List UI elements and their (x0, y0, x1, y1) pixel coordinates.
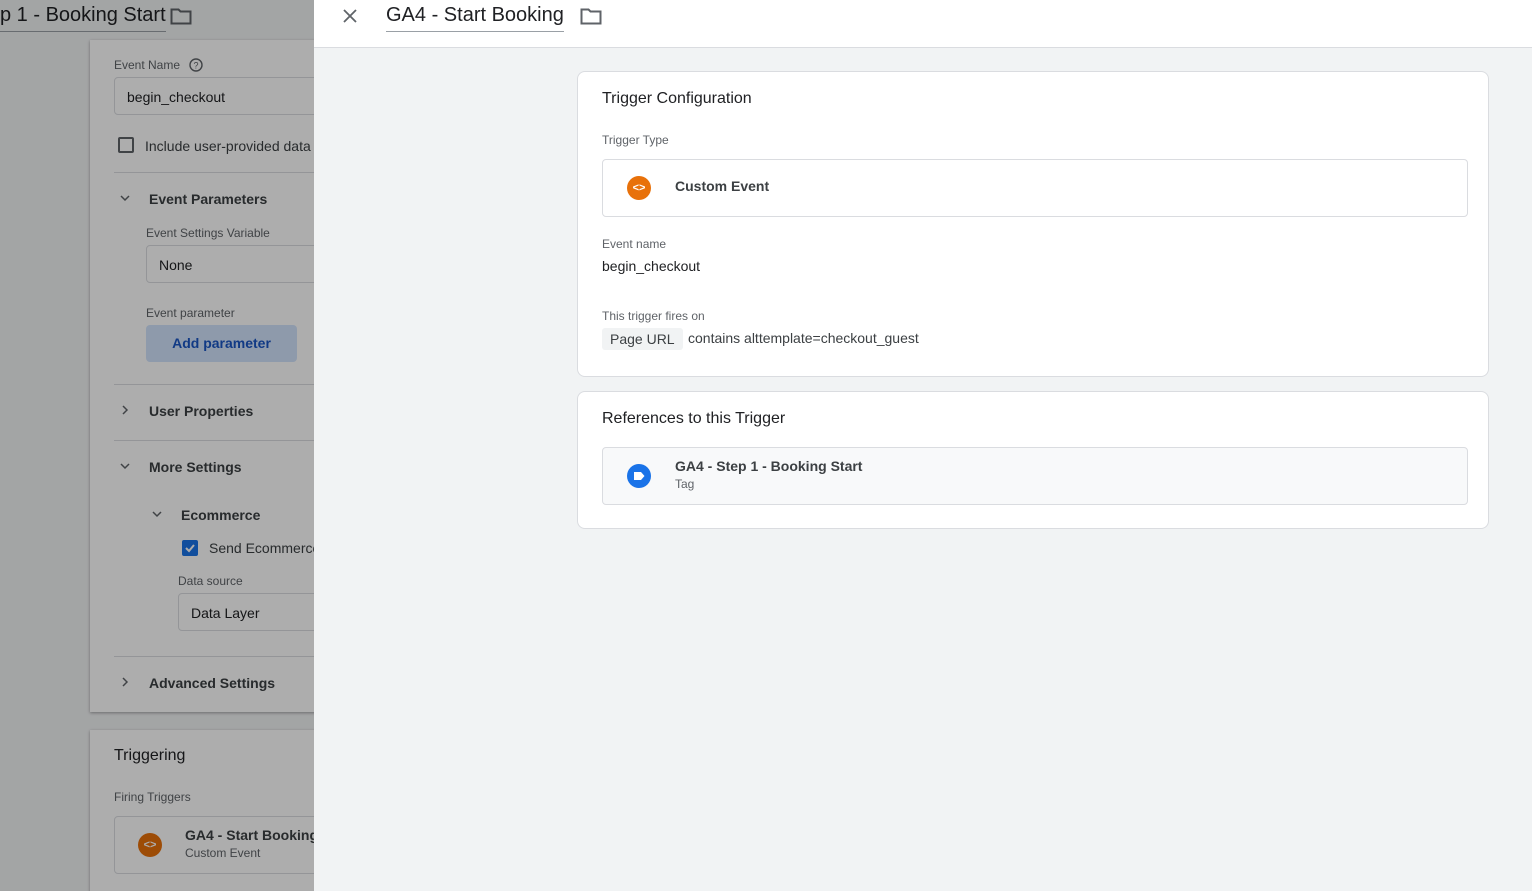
folder-icon[interactable] (580, 7, 602, 25)
trigger-title[interactable]: GA4 - Start Booking (386, 4, 564, 32)
fires-on-label: This trigger fires on (602, 309, 705, 323)
references-title: References to this Trigger (602, 410, 786, 427)
trigger-configuration-title: Trigger Configuration (602, 90, 752, 107)
trigger-type-label: Trigger Type (602, 133, 669, 147)
trigger-type-value: Custom Event (675, 178, 770, 194)
reference-item-type: Tag (675, 477, 695, 491)
reference-item[interactable]: GA4 - Step 1 - Booking Start Tag (602, 447, 1468, 505)
close-icon[interactable] (338, 4, 362, 28)
custom-event-icon: <> (627, 176, 651, 200)
trigger-configuration-card[interactable]: Trigger Configuration Trigger Type <> Cu… (577, 71, 1489, 377)
trigger-type-tile[interactable]: <> Custom Event (602, 159, 1468, 217)
condition-text: contains alttemplate=checkout_guest (688, 330, 919, 346)
tag-icon (627, 464, 651, 488)
trigger-panel: GA4 - Start Booking Trigger Configuratio… (314, 0, 1532, 891)
panel-header: GA4 - Start Booking (314, 0, 1532, 48)
event-name-label: Event name (602, 237, 667, 251)
condition-variable-chip: Page URL (602, 328, 683, 350)
event-name-value: begin_checkout (602, 258, 701, 274)
reference-item-name: GA4 - Step 1 - Booking Start (675, 458, 863, 474)
references-card: References to this Trigger GA4 - Step 1 … (577, 391, 1489, 529)
